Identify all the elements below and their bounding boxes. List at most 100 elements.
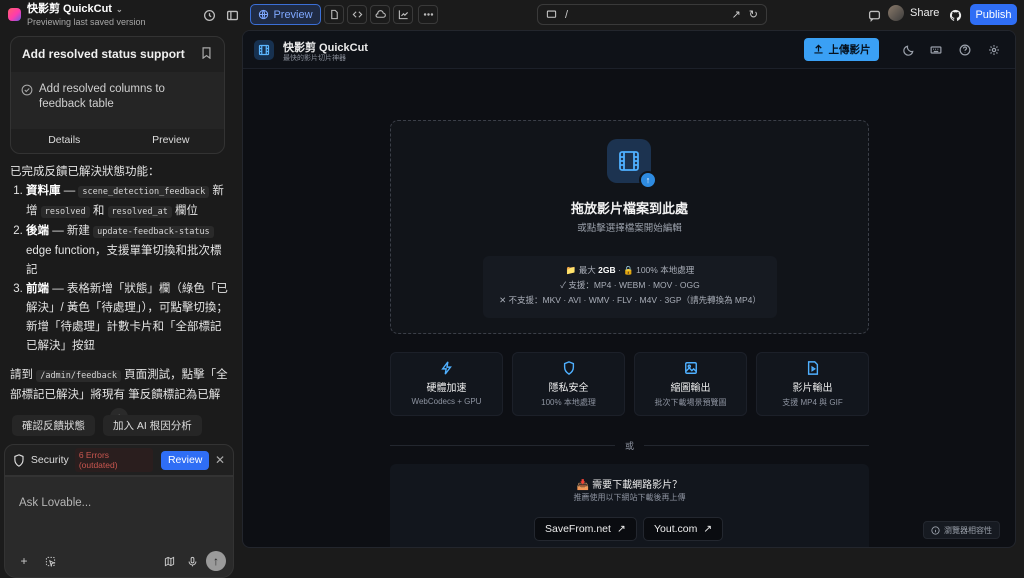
app-header: 快影剪 QuickCut 最快的影片切片神器 上傳影片 [243,31,1015,69]
format-supported: ✓ 支援：MP4 · WEBM · MOV · OGG [560,280,700,290]
keyboard-icon[interactable] [929,43,943,57]
feature-subtitle: 支援 MP4 與 GIF [782,398,843,407]
globe-icon [259,9,269,20]
visual-edit-icon[interactable] [41,552,59,570]
file-icon[interactable] [324,5,344,24]
lovable-logo [8,8,21,21]
info-icon [931,525,940,535]
format-info: 📁 最大 2GB · 🔒 100% 本地處理 ✓ 支援：MP4 · WEBM ·… [483,256,777,318]
upload-badge-icon: ↑ [639,171,657,189]
task-card: Add resolved status support Add resolved… [10,36,225,154]
more-icon[interactable] [418,5,438,24]
share-button[interactable]: Share [888,5,939,21]
list-item: 資料庫 — scene_detection_feedback 新增 resolv… [26,182,232,222]
device-icon[interactable] [546,9,557,20]
card-preview-button[interactable]: Preview [118,127,225,153]
format-limit: 📁 最大 2GB · 🔒 100% 本地處理 [565,265,695,275]
add-icon[interactable]: + [15,552,33,570]
send-button[interactable]: ↑ [206,551,226,571]
external-link-icon: ↗ [703,523,713,535]
analytics-icon[interactable] [393,5,413,24]
feature-subtitle: 100% 本地處理 [541,398,596,407]
url-path: / [565,8,569,21]
upload-icon [813,44,823,54]
format-unsupported: ✕ 不支援：MKV · AVI · WMV · FLV · M4V · 3GP（… [499,295,761,305]
film-logo-icon [254,40,274,60]
bookmark-icon[interactable] [201,47,212,62]
feature-card: 隱私安全 100% 本地處理 [512,352,625,416]
publish-button[interactable]: Publish [970,4,1017,25]
task-card-body: Add resolved columns to feedback table [11,72,224,129]
feature-subtitle: 批次下載場景預覽圖 [654,398,727,407]
external-link-icon: ↗ [616,523,626,535]
feature-title: 隱私安全 [548,383,589,394]
feature-title: 影片輸出 [792,383,833,394]
cloud-icon[interactable] [370,5,390,24]
refresh-icon[interactable]: ↻ [749,8,758,21]
history-icon[interactable] [199,5,219,25]
github-icon[interactable] [945,5,965,25]
microphone-icon[interactable] [183,552,201,570]
sidebar-toggle-icon[interactable] [222,5,242,25]
gear-icon[interactable] [987,43,1001,57]
task-card-footer: Details Preview [11,127,224,153]
suggestion-chips: 確認反饋狀態 加入 AI 根因分析 [12,415,202,436]
security-label: Security [30,454,69,466]
shield-icon [562,361,576,375]
avatar [888,5,904,21]
preview-button-label: Preview [273,8,313,21]
or-divider: 或 [390,439,870,452]
feature-title: 硬體加速 [426,383,467,394]
chat-panel: Add resolved status support Add resolved… [0,30,240,578]
feature-subtitle: WebCodecs + GPU [411,397,482,406]
feature-title: 縮圖輸出 [670,383,711,394]
image-icon [684,361,698,375]
suggestion-chip[interactable]: 確認反饋狀態 [12,415,95,436]
chat-composer: + ↑ [4,476,234,578]
close-icon[interactable]: ✕ [215,453,225,467]
feature-card: 硬體加速 WebCodecs + GPU [390,352,503,416]
upload-label: 上傳影片 [828,44,871,56]
download-question: 📥 需要下載網路影片？ [576,480,683,491]
open-external-icon[interactable]: ↗ [732,8,741,21]
ask-input[interactable] [19,497,199,509]
list-item: 後端 — 新建 update-feedback-status edge func… [26,222,232,280]
preview-url-bar[interactable]: / ↗ ↻ [537,4,767,25]
savefrom-link[interactable]: SaveFrom.net ↗ [534,517,637,541]
project-name[interactable]: 快影剪 QuickCut [27,3,112,16]
chevron-down-icon[interactable]: ⌄ [116,3,123,16]
review-button[interactable]: Review [161,450,209,470]
message-outro: 請到 /admin/feedback 頁面測試，點擊「全部標記已解決」將現有 筆… [10,369,228,401]
map-icon[interactable] [160,552,178,570]
details-button[interactable]: Details [11,127,118,153]
browser-compat-button[interactable]: 瀏覽器相容性 [923,521,1000,539]
preview-button[interactable]: Preview [250,4,321,25]
moon-icon[interactable] [902,43,916,57]
file-drop-zone[interactable]: ↑ 拖放影片檔案到此處 或點擊選擇檔案開始編輯 📁 最大 2GB · 🔒 100… [390,120,869,334]
download-hint: 推薦使用以下網站下載後再上傳 [573,493,686,502]
shield-icon [14,453,24,467]
feature-card: 縮圖輸出 批次下載場景預覽圖 [634,352,747,416]
chat-icon[interactable] [864,5,884,25]
security-errors-badge: 6 Errors (outdated) [74,448,154,472]
suggestion-chip[interactable]: 加入 AI 根因分析 [103,415,202,436]
bolt-icon [440,361,454,375]
message-intro: 已完成反饋已解決狀態功能： [10,166,160,178]
check-circle-icon [21,84,33,96]
assistant-message: 已完成反饋已解決狀態功能： 資料庫 — scene_detection_feed… [10,163,232,404]
project-brand[interactable]: 快影剪 QuickCut ⌄ Previewing last saved vers… [8,3,146,28]
app-subtitle: 最快的影片切片神器 [283,55,346,62]
download-section: 📥 需要下載網路影片？ 推薦使用以下網站下載後再上傳 SaveFrom.net … [390,464,869,547]
project-status: Previewing last saved version [27,17,146,27]
task-card-item: Add resolved columns to feedback table [39,83,165,110]
drop-subtitle: 或點擊選擇檔案開始編輯 [577,223,682,234]
or-label: 或 [625,441,635,451]
feature-card: 影片輸出 支援 MP4 與 GIF [756,352,869,416]
security-banner: Security 6 Errors (outdated) Review ✕ [4,444,234,476]
code-icon[interactable] [347,5,367,24]
list-item: 前端 — 表格新增「狀態」欄（綠色「已解決」/ 黃色「待處理」），可點擊切換；新… [26,280,232,356]
help-icon[interactable] [958,43,972,57]
yout-link[interactable]: Yout.com ↗ [643,517,724,541]
upload-video-button[interactable]: 上傳影片 [804,38,879,61]
video-file-icon [806,361,820,375]
